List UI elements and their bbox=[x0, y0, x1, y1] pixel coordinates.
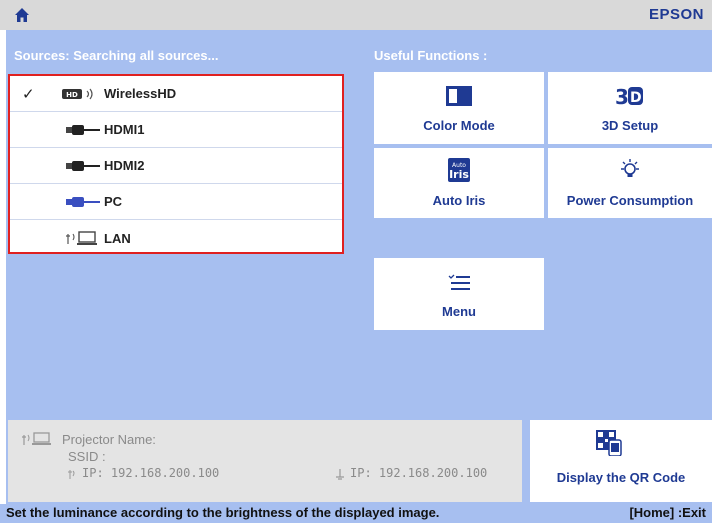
auto-iris-icon: Auto Iris bbox=[448, 158, 470, 182]
svg-text:3: 3 bbox=[615, 85, 629, 108]
light-bulb-icon bbox=[621, 159, 639, 177]
auto-iris-label: Auto Iris bbox=[432, 193, 486, 208]
3d-icon: 3 D bbox=[615, 85, 643, 108]
source-item-lan[interactable]: LAN bbox=[10, 220, 342, 256]
hdmi-icon bbox=[66, 125, 100, 135]
source-label: LAN bbox=[104, 230, 131, 246]
sources-title: Sources: Searching all sources... bbox=[14, 48, 219, 63]
status-bar: Set the luminance according to the brigh… bbox=[0, 504, 712, 523]
qr-code-button[interactable]: Display the QR Code bbox=[530, 420, 712, 502]
menu-button[interactable]: Menu bbox=[374, 258, 544, 330]
wired-lan-icon bbox=[336, 469, 344, 480]
wired-ip: IP: 192.168.200.100 bbox=[350, 466, 488, 480]
svg-text:HD: HD bbox=[66, 91, 78, 99]
svg-text:D: D bbox=[630, 90, 642, 106]
color-mode-label: Color Mode bbox=[423, 118, 495, 133]
source-label: WirelessHD bbox=[104, 86, 177, 101]
check-mark-icon: ✓ bbox=[22, 84, 35, 103]
status-hint: Set the luminance according to the brigh… bbox=[6, 505, 440, 520]
ssid-label: SSID : bbox=[68, 449, 106, 464]
3d-setup-label: 3D Setup bbox=[601, 118, 659, 133]
power-consumption-button[interactable]: Power Consumption bbox=[548, 148, 712, 218]
exit-hint: [Home] :Exit bbox=[629, 505, 706, 520]
pc-vga-icon bbox=[66, 197, 100, 207]
network-info-panel: Projector Name: SSID : IP: 192.168.200.1… bbox=[8, 420, 522, 502]
hdmi-icon bbox=[66, 161, 100, 171]
source-item-wirelesshd[interactable]: ✓ HD WirelessHD bbox=[10, 76, 342, 112]
top-bar: EPSON bbox=[0, 0, 712, 30]
functions-title: Useful Functions : bbox=[374, 48, 488, 63]
menu-label: Menu bbox=[442, 304, 476, 319]
wirelesshd-icon: HD bbox=[62, 88, 93, 100]
source-label: HDMI2 bbox=[104, 158, 145, 173]
wireless-ip: IP: 192.168.200.100 bbox=[82, 466, 220, 480]
qr-code-label: Display the QR Code bbox=[556, 470, 686, 485]
source-item-hdmi1[interactable]: HDMI1 bbox=[10, 112, 342, 148]
wireless-icon bbox=[68, 470, 75, 479]
lan-icon bbox=[22, 432, 51, 445]
brand-logo: EPSON bbox=[648, 6, 704, 23]
power-consumption-label: Power Consumption bbox=[566, 193, 694, 208]
menu-list-icon bbox=[448, 274, 470, 290]
svg-text:Iris: Iris bbox=[449, 168, 469, 181]
color-mode-icon bbox=[446, 86, 472, 106]
auto-iris-button[interactable]: Auto Iris Auto Iris bbox=[374, 148, 544, 218]
source-item-hdmi2[interactable]: HDMI2 bbox=[10, 148, 342, 184]
source-list: ✓ HD WirelessHD HDMI1 HDMI2 PC LAN bbox=[8, 74, 344, 254]
source-label: PC bbox=[104, 194, 123, 209]
color-mode-button[interactable]: Color Mode bbox=[374, 72, 544, 144]
home-icon[interactable] bbox=[14, 7, 30, 23]
lan-icon bbox=[66, 231, 97, 245]
qr-code-icon bbox=[596, 430, 622, 456]
3d-setup-button[interactable]: 3 D 3D Setup bbox=[548, 72, 712, 144]
projector-name-label: Projector Name: bbox=[62, 432, 156, 447]
source-label: HDMI1 bbox=[104, 122, 145, 137]
source-item-pc[interactable]: PC bbox=[10, 184, 342, 220]
